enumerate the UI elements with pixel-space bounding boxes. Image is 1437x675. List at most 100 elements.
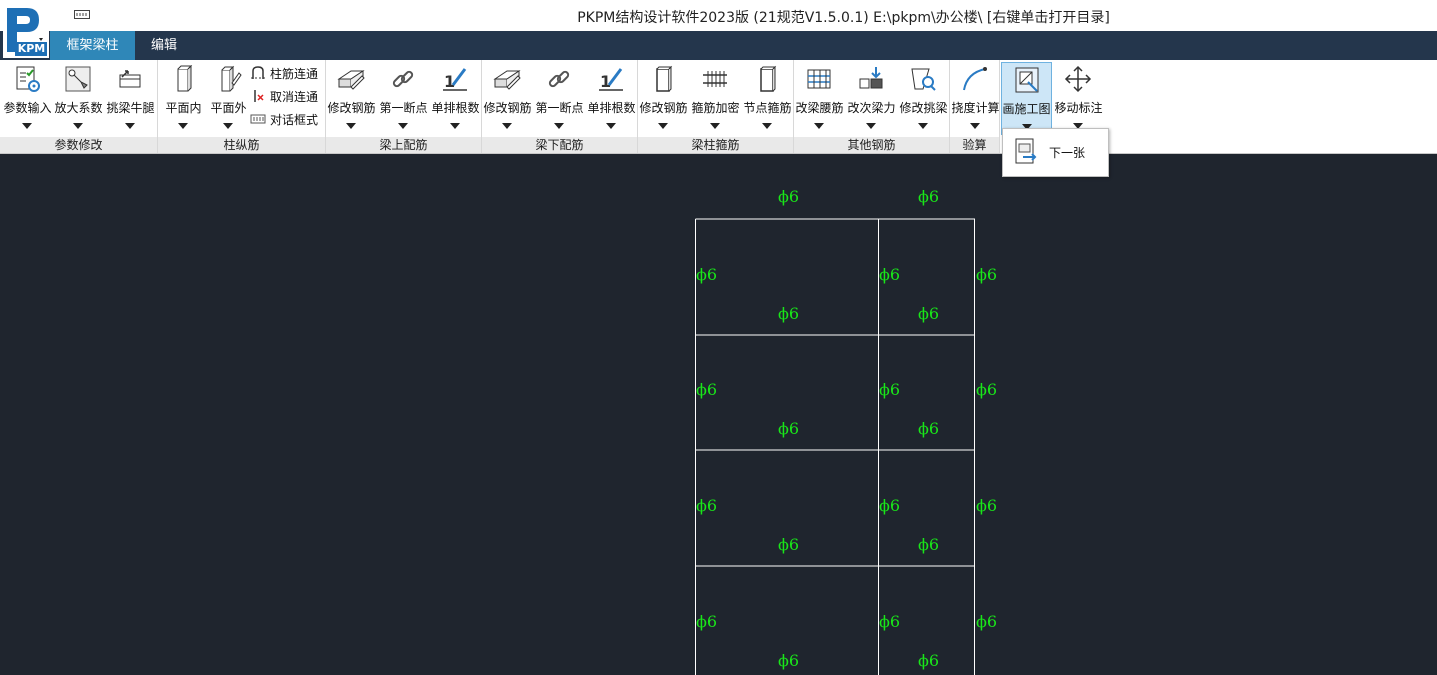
chevron-down-icon[interactable]: [346, 123, 356, 129]
chevron-down-icon[interactable]: [178, 123, 188, 129]
drawing-canvas[interactable]: ϕ6 ϕ6 ϕ6 ϕ6 ϕ6 ϕ6 ϕ6 ϕ6 ϕ6 ϕ6 ϕ6 ϕ6 ϕ6 ϕ6 ϕ6 ϕ6 ϕ6 ϕ6 ϕ6 ϕ6…: [0, 154, 1437, 675]
rebar-diameter-label: ϕ6: [879, 612, 901, 631]
chevron-down-icon[interactable]: [73, 123, 83, 129]
group-beam-bottom-rebar: 修改钢筋 第一断点 1 单排根数 梁下配筋: [482, 60, 638, 153]
rebar-diameter-label: ϕ6: [918, 304, 940, 323]
cancel-connect-button[interactable]: 取消连通: [248, 86, 324, 106]
waist-bar-icon: [805, 65, 833, 93]
column-rebar-connect-label: 柱筋连通: [270, 67, 319, 81]
secondary-beam-force-label: 改次梁力: [847, 101, 896, 115]
modify-cantilever-label: 修改挑梁: [899, 101, 948, 115]
chevron-down-icon[interactable]: [22, 123, 32, 129]
dialog-mode-button[interactable]: 对话框式: [248, 109, 324, 129]
chevron-down-icon[interactable]: [814, 123, 824, 129]
top-first-break-button[interactable]: 第一断点: [378, 62, 429, 135]
chevron-down-icon[interactable]: [223, 123, 233, 129]
out-of-plane-button[interactable]: 平面外: [203, 62, 254, 135]
pkpm-logo-icon[interactable]: KPM: [3, 5, 49, 58]
group-other-rebar: 改梁腰筋 改次梁力 修改挑梁 其他钢筋: [794, 60, 950, 153]
rebar-diameter-label: ϕ6: [879, 265, 901, 284]
wrench-icon: [64, 65, 92, 93]
params-icon: [13, 65, 41, 93]
next-sheet-menu-item[interactable]: 下一张: [1003, 129, 1108, 176]
stirrup-modify-rebar-button[interactable]: 修改钢筋: [638, 62, 689, 135]
draw-construction-drawing-label: 画施工图: [1002, 102, 1051, 116]
cantilever-edit-icon: [909, 65, 937, 93]
rebar-diameter-label: ϕ6: [778, 304, 800, 323]
draw-drawing-dropdown-menu: 下一张: [1002, 128, 1109, 177]
deflection-calc-button[interactable]: 挠度计算: [950, 62, 1001, 135]
bottom-first-break-button[interactable]: 第一断点: [534, 62, 585, 135]
chevron-down-icon[interactable]: [658, 123, 668, 129]
rebar-diameter-label: ϕ6: [778, 419, 800, 438]
disconnect-icon: [250, 89, 266, 103]
deflection-icon: [961, 65, 989, 93]
cantilever-icon: [116, 65, 144, 93]
link-icon: [389, 65, 417, 93]
node-stirrup-button[interactable]: 节点箍筋: [742, 62, 793, 135]
bottom-modify-rebar-button[interactable]: 修改钢筋: [482, 62, 533, 135]
deflection-calc-label: 挠度计算: [951, 101, 1000, 115]
tab-frame-beam-column[interactable]: 框架梁柱: [50, 31, 135, 60]
chevron-down-icon[interactable]: [970, 123, 980, 129]
move-icon: [1064, 65, 1092, 93]
node-stirrup-label: 节点箍筋: [743, 101, 792, 115]
bottom-single-row-count-button[interactable]: 1 单排根数: [586, 62, 637, 135]
modify-cantilever-button[interactable]: 修改挑梁: [898, 62, 949, 135]
connect-icon: [250, 66, 266, 80]
chevron-down-icon[interactable]: [710, 123, 720, 129]
chevron-down-icon[interactable]: [125, 123, 135, 129]
stirrup-densify-label: 箍筋加密: [691, 101, 740, 115]
column-rebar-connect-button[interactable]: 柱筋连通: [248, 63, 324, 83]
window-title: PKPM结构设计软件2023版 (21规范V1.5.0.1) E:\pkpm\办…: [577, 10, 1110, 26]
draw-construction-drawing-button[interactable]: 画施工图: [1001, 62, 1052, 135]
group-beam-top-rebar: 修改钢筋 第一断点 1 单排根数 梁上配筋: [326, 60, 482, 153]
amplify-factor-button[interactable]: 放大系数: [53, 62, 104, 135]
chevron-down-icon[interactable]: [502, 123, 512, 129]
rebar-diameter-label: ϕ6: [918, 187, 940, 206]
tab-edit[interactable]: 编辑: [139, 31, 189, 60]
count-icon: 1: [441, 65, 469, 93]
frame-elevation-drawing: [695, 218, 975, 675]
next-sheet-label: 下一张: [1049, 146, 1086, 160]
chevron-down-icon[interactable]: [762, 123, 772, 129]
column-out-icon: [214, 65, 242, 93]
group-param-modify: 参数输入 放大系数 挑梁牛腿 参数修改: [0, 60, 158, 153]
bottom-modify-rebar-label: 修改钢筋: [483, 101, 532, 115]
rebar-diameter-label: ϕ6: [976, 612, 998, 631]
chevron-down-icon[interactable]: [554, 123, 564, 129]
stirrup-densify-button[interactable]: 箍筋加密: [690, 62, 741, 135]
secondary-beam-icon: [857, 65, 885, 93]
group-beam-column-stirrup: 修改钢筋 箍筋加密 节点箍筋 梁柱箍筋: [638, 60, 794, 153]
dialog-icon: [250, 112, 266, 126]
chevron-down-icon[interactable]: [866, 123, 876, 129]
group-label: 梁柱箍筋: [638, 137, 793, 153]
svg-text:1: 1: [444, 72, 455, 91]
cantilever-corbel-button[interactable]: 挑梁牛腿: [105, 62, 156, 135]
group-label: 柱纵筋: [158, 137, 325, 153]
node-stirrup-icon: [753, 65, 781, 93]
params-input-button[interactable]: 参数输入: [2, 62, 53, 135]
ribbon: 参数输入 放大系数 挑梁牛腿 参数修改 平面内 平面外 柱筋连通 取消连通 对话…: [0, 60, 1437, 154]
group-label: 参数修改: [0, 137, 157, 153]
group-check: 挠度计算 验算: [950, 60, 1000, 153]
chevron-down-icon[interactable]: [606, 123, 616, 129]
rebar-diameter-label: ϕ6: [976, 496, 998, 515]
ribbon-tab-bar: 框架梁柱 编辑: [0, 31, 1437, 60]
chevron-down-icon[interactable]: [918, 123, 928, 129]
secondary-beam-force-button[interactable]: 改次梁力: [846, 62, 897, 135]
chevron-down-icon[interactable]: [450, 123, 460, 129]
rebar-diameter-label: ϕ6: [918, 419, 940, 438]
rebar-diameter-label: ϕ6: [918, 651, 940, 670]
chevron-down-icon[interactable]: [398, 123, 408, 129]
waist-bar-button[interactable]: 改梁腰筋: [794, 62, 845, 135]
link-icon: [545, 65, 573, 93]
stirrup-edit-icon: [649, 65, 677, 93]
rebar-diameter-label: ϕ6: [879, 496, 901, 515]
stirrup-dense-icon: [701, 65, 729, 93]
rebar-diameter-label: ϕ6: [696, 496, 718, 515]
top-modify-rebar-button[interactable]: 修改钢筋: [326, 62, 377, 135]
top-single-row-count-button[interactable]: 1 单排根数: [430, 62, 481, 135]
move-annotation-button[interactable]: 移动标注: [1053, 62, 1104, 135]
group-label: 其他钢筋: [794, 137, 949, 153]
